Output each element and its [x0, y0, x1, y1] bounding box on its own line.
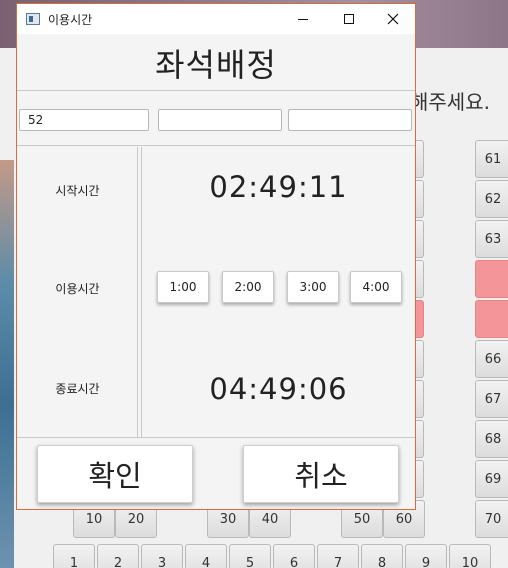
seat-button-occupied[interactable] — [475, 260, 508, 298]
seat-number-field[interactable]: 52 — [19, 109, 149, 131]
seat-button-occupied[interactable] — [475, 300, 508, 338]
seat-button-6[interactable]: 6 — [273, 544, 315, 568]
close-button[interactable] — [370, 4, 416, 34]
start-time-label: 시작시간 — [55, 184, 100, 198]
instruction-text: 해주세요. — [410, 90, 490, 114]
end-time-value: 04:49:06 — [209, 372, 348, 406]
usage-time-label: 이용시간 — [55, 282, 100, 296]
seat-button-9[interactable]: 9 — [405, 544, 447, 568]
end-time-label: 종료시간 — [55, 382, 100, 396]
app-icon — [26, 13, 40, 25]
window-title: 이용시간 — [48, 12, 93, 27]
usage-time-dialog: 이용시간 좌석배정 52 시작시간 이용시간 종료시간 02:49:11 1:0… — [16, 3, 416, 510]
minimize-icon — [298, 18, 308, 20]
duration-1h-button[interactable]: 1:00 — [157, 271, 209, 303]
seat-button-70[interactable]: 70 — [475, 500, 508, 538]
input-row: 52 — [17, 92, 415, 146]
seat-button-68[interactable]: 68 — [475, 420, 508, 458]
footer-divider — [17, 437, 415, 438]
seat-button-5[interactable]: 5 — [229, 544, 271, 568]
dialog-heading: 좌석배정 — [17, 36, 415, 91]
maximize-icon — [344, 14, 354, 24]
duration-4h-button[interactable]: 4:00 — [350, 271, 402, 303]
label-column: 시작시간 이용시간 종료시간 — [17, 147, 138, 438]
seat-button-62[interactable]: 62 — [475, 180, 508, 218]
title-bar[interactable]: 이용시간 — [17, 4, 415, 34]
confirm-button[interactable]: 확인 — [37, 445, 193, 503]
duration-3h-button[interactable]: 3:00 — [287, 271, 339, 303]
close-icon — [387, 13, 399, 25]
maximize-button[interactable] — [326, 4, 372, 34]
seat-button-4[interactable]: 4 — [185, 544, 227, 568]
seat-button-66[interactable]: 66 — [475, 340, 508, 378]
text-field-2[interactable] — [158, 109, 282, 131]
seat-button-8[interactable]: 8 — [361, 544, 403, 568]
seat-button-7[interactable]: 7 — [317, 544, 359, 568]
duration-2h-button[interactable]: 2:00 — [222, 271, 274, 303]
background-photo — [0, 160, 14, 568]
minimize-button[interactable] — [280, 4, 326, 34]
seat-button-61[interactable]: 61 — [475, 140, 508, 178]
start-time-value: 02:49:11 — [209, 170, 348, 204]
seat-button-63[interactable]: 63 — [475, 220, 508, 258]
text-field-3[interactable] — [288, 109, 412, 131]
seat-button-67[interactable]: 67 — [475, 380, 508, 418]
seat-button-1[interactable]: 1 — [53, 544, 95, 568]
cancel-button[interactable]: 취소 — [243, 445, 399, 503]
seat-button-69[interactable]: 69 — [475, 460, 508, 498]
seat-button-10-bottom[interactable]: 10 — [449, 544, 491, 568]
seat-button-3[interactable]: 3 — [141, 544, 183, 568]
seat-button-2[interactable]: 2 — [97, 544, 139, 568]
